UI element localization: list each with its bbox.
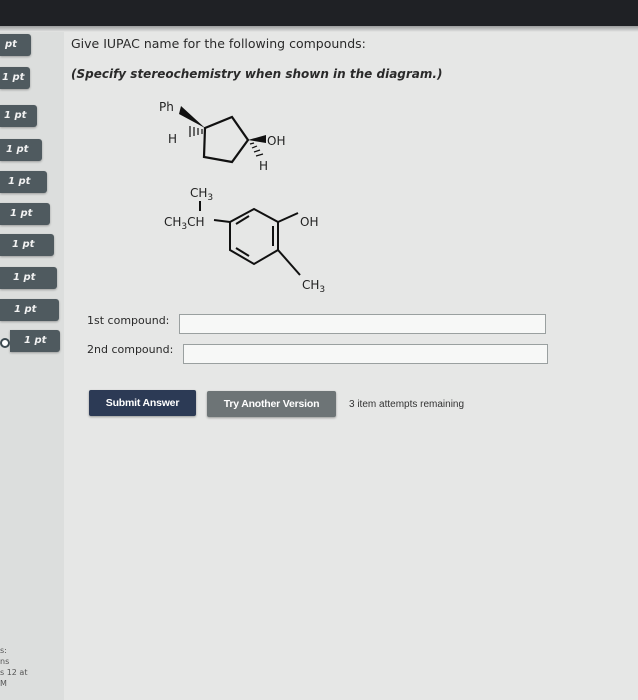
ch3-bottom-subscript: 3: [319, 285, 325, 295]
benzene-structure: [199, 201, 301, 276]
h-label-right: H: [259, 159, 268, 173]
ph-label: Ph: [159, 100, 174, 114]
second-compound-input[interactable]: [183, 344, 548, 364]
ch3-top-subscript: 3: [207, 193, 213, 203]
h-hashed-bond-left: [189, 126, 203, 137]
sidebar-footer-line-3: s 12 at: [0, 668, 28, 677]
sidebar-footer-line-1: s:: [0, 646, 7, 655]
oh-label-1: OH: [267, 134, 285, 148]
ph-wedge-bond: [179, 106, 205, 128]
first-compound-label: 1st compound:: [87, 314, 170, 327]
svg-text:CH3: CH3: [190, 186, 213, 203]
ch3ch-label: CH: [164, 215, 181, 229]
structure-diagrams: Ph H OH H CH3 CH3CH OH CH3: [159, 100, 325, 295]
oh-wedge-bond: [248, 135, 266, 143]
second-compound-label: 2nd compound:: [87, 343, 174, 356]
ch3-top-label: CH: [190, 186, 207, 200]
cyclopentane-structure: [202, 115, 250, 164]
oh-label-2: OH: [300, 215, 318, 229]
first-compound-input[interactable]: [179, 314, 546, 334]
svg-text:CH3CH: CH3CH: [164, 215, 205, 232]
submit-answer-button[interactable]: Submit Answer: [89, 390, 196, 416]
sidebar-footer-line-2: ns: [0, 657, 10, 666]
h-label-left: H: [168, 132, 177, 146]
ch3-bottom-label: CH: [302, 278, 319, 292]
attempts-remaining-text: 3 item attempts remaining: [349, 399, 465, 410]
try-another-version-button[interactable]: Try Another Version: [207, 391, 336, 417]
completed-check-icon: [0, 338, 10, 348]
h-hashed-bond-right: [249, 142, 264, 157]
ch3ch-tail: CH: [187, 215, 204, 229]
svg-text:CH3: CH3: [302, 278, 325, 295]
sidebar-footer-line-4: M: [0, 679, 7, 688]
points-tab-10[interactable]: 1 pt: [10, 330, 60, 352]
